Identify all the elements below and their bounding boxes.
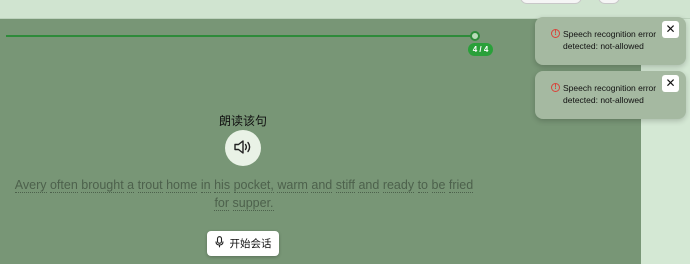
progress-bar: [6, 35, 475, 37]
progress-marker: [470, 31, 480, 41]
sentence-word[interactable]: for: [214, 196, 230, 211]
sentence-word[interactable]: and: [311, 178, 333, 193]
microphone-icon: [214, 236, 224, 251]
progress-counter-badge: 4 / 4: [468, 43, 493, 56]
toast-message-line-2: detected: not-allowed: [563, 95, 644, 105]
sentence-word[interactable]: home: [166, 178, 198, 193]
sentence-word[interactable]: be: [431, 178, 446, 193]
sentence-word[interactable]: and: [358, 178, 380, 193]
error-toast: ! Speech recognition error detected: not…: [535, 17, 686, 65]
sentence-word[interactable]: to: [417, 178, 429, 193]
sentence-word[interactable]: pocket,: [233, 178, 274, 193]
close-toast-button[interactable]: ✕: [662, 75, 679, 92]
sentence-word[interactable]: ready: [382, 178, 415, 193]
top-menu-pill[interactable]: [520, 0, 582, 4]
sentence-word[interactable]: warm: [277, 178, 308, 193]
error-icon: !: [551, 83, 560, 92]
toast-message-line-1: Speech recognition error: [563, 83, 657, 93]
sentence-word[interactable]: often: [49, 178, 78, 193]
sentence-word[interactable]: fried: [448, 178, 474, 193]
sentence-word[interactable]: his: [214, 178, 231, 193]
sentence-word[interactable]: Avery: [14, 178, 47, 193]
sentence-word[interactable]: in: [200, 178, 211, 193]
toast-message-line-2: detected: not-allowed: [563, 41, 644, 51]
start-session-button[interactable]: 开始会话: [207, 231, 279, 256]
error-icon: !: [551, 29, 560, 38]
error-toast: ! Speech recognition error detected: not…: [535, 71, 686, 119]
sentence-word[interactable]: brought: [81, 178, 124, 193]
sentence-word[interactable]: supper.: [232, 196, 274, 211]
play-audio-button[interactable]: [225, 130, 261, 166]
language-flag-icon[interactable]: [598, 0, 620, 4]
practice-sentence: Avery often brought a trout home in his …: [14, 176, 474, 212]
sentence-word[interactable]: trout: [137, 178, 163, 193]
toast-message-line-1: Speech recognition error: [563, 29, 657, 39]
sentence-word[interactable]: stiff: [335, 178, 355, 193]
start-session-label: 开始会话: [229, 238, 272, 250]
exercise-heading: 朗读该句: [218, 114, 267, 128]
close-toast-button[interactable]: ✕: [662, 21, 679, 38]
sentence-word[interactable]: a: [127, 178, 135, 193]
speaker-icon: [233, 139, 253, 158]
